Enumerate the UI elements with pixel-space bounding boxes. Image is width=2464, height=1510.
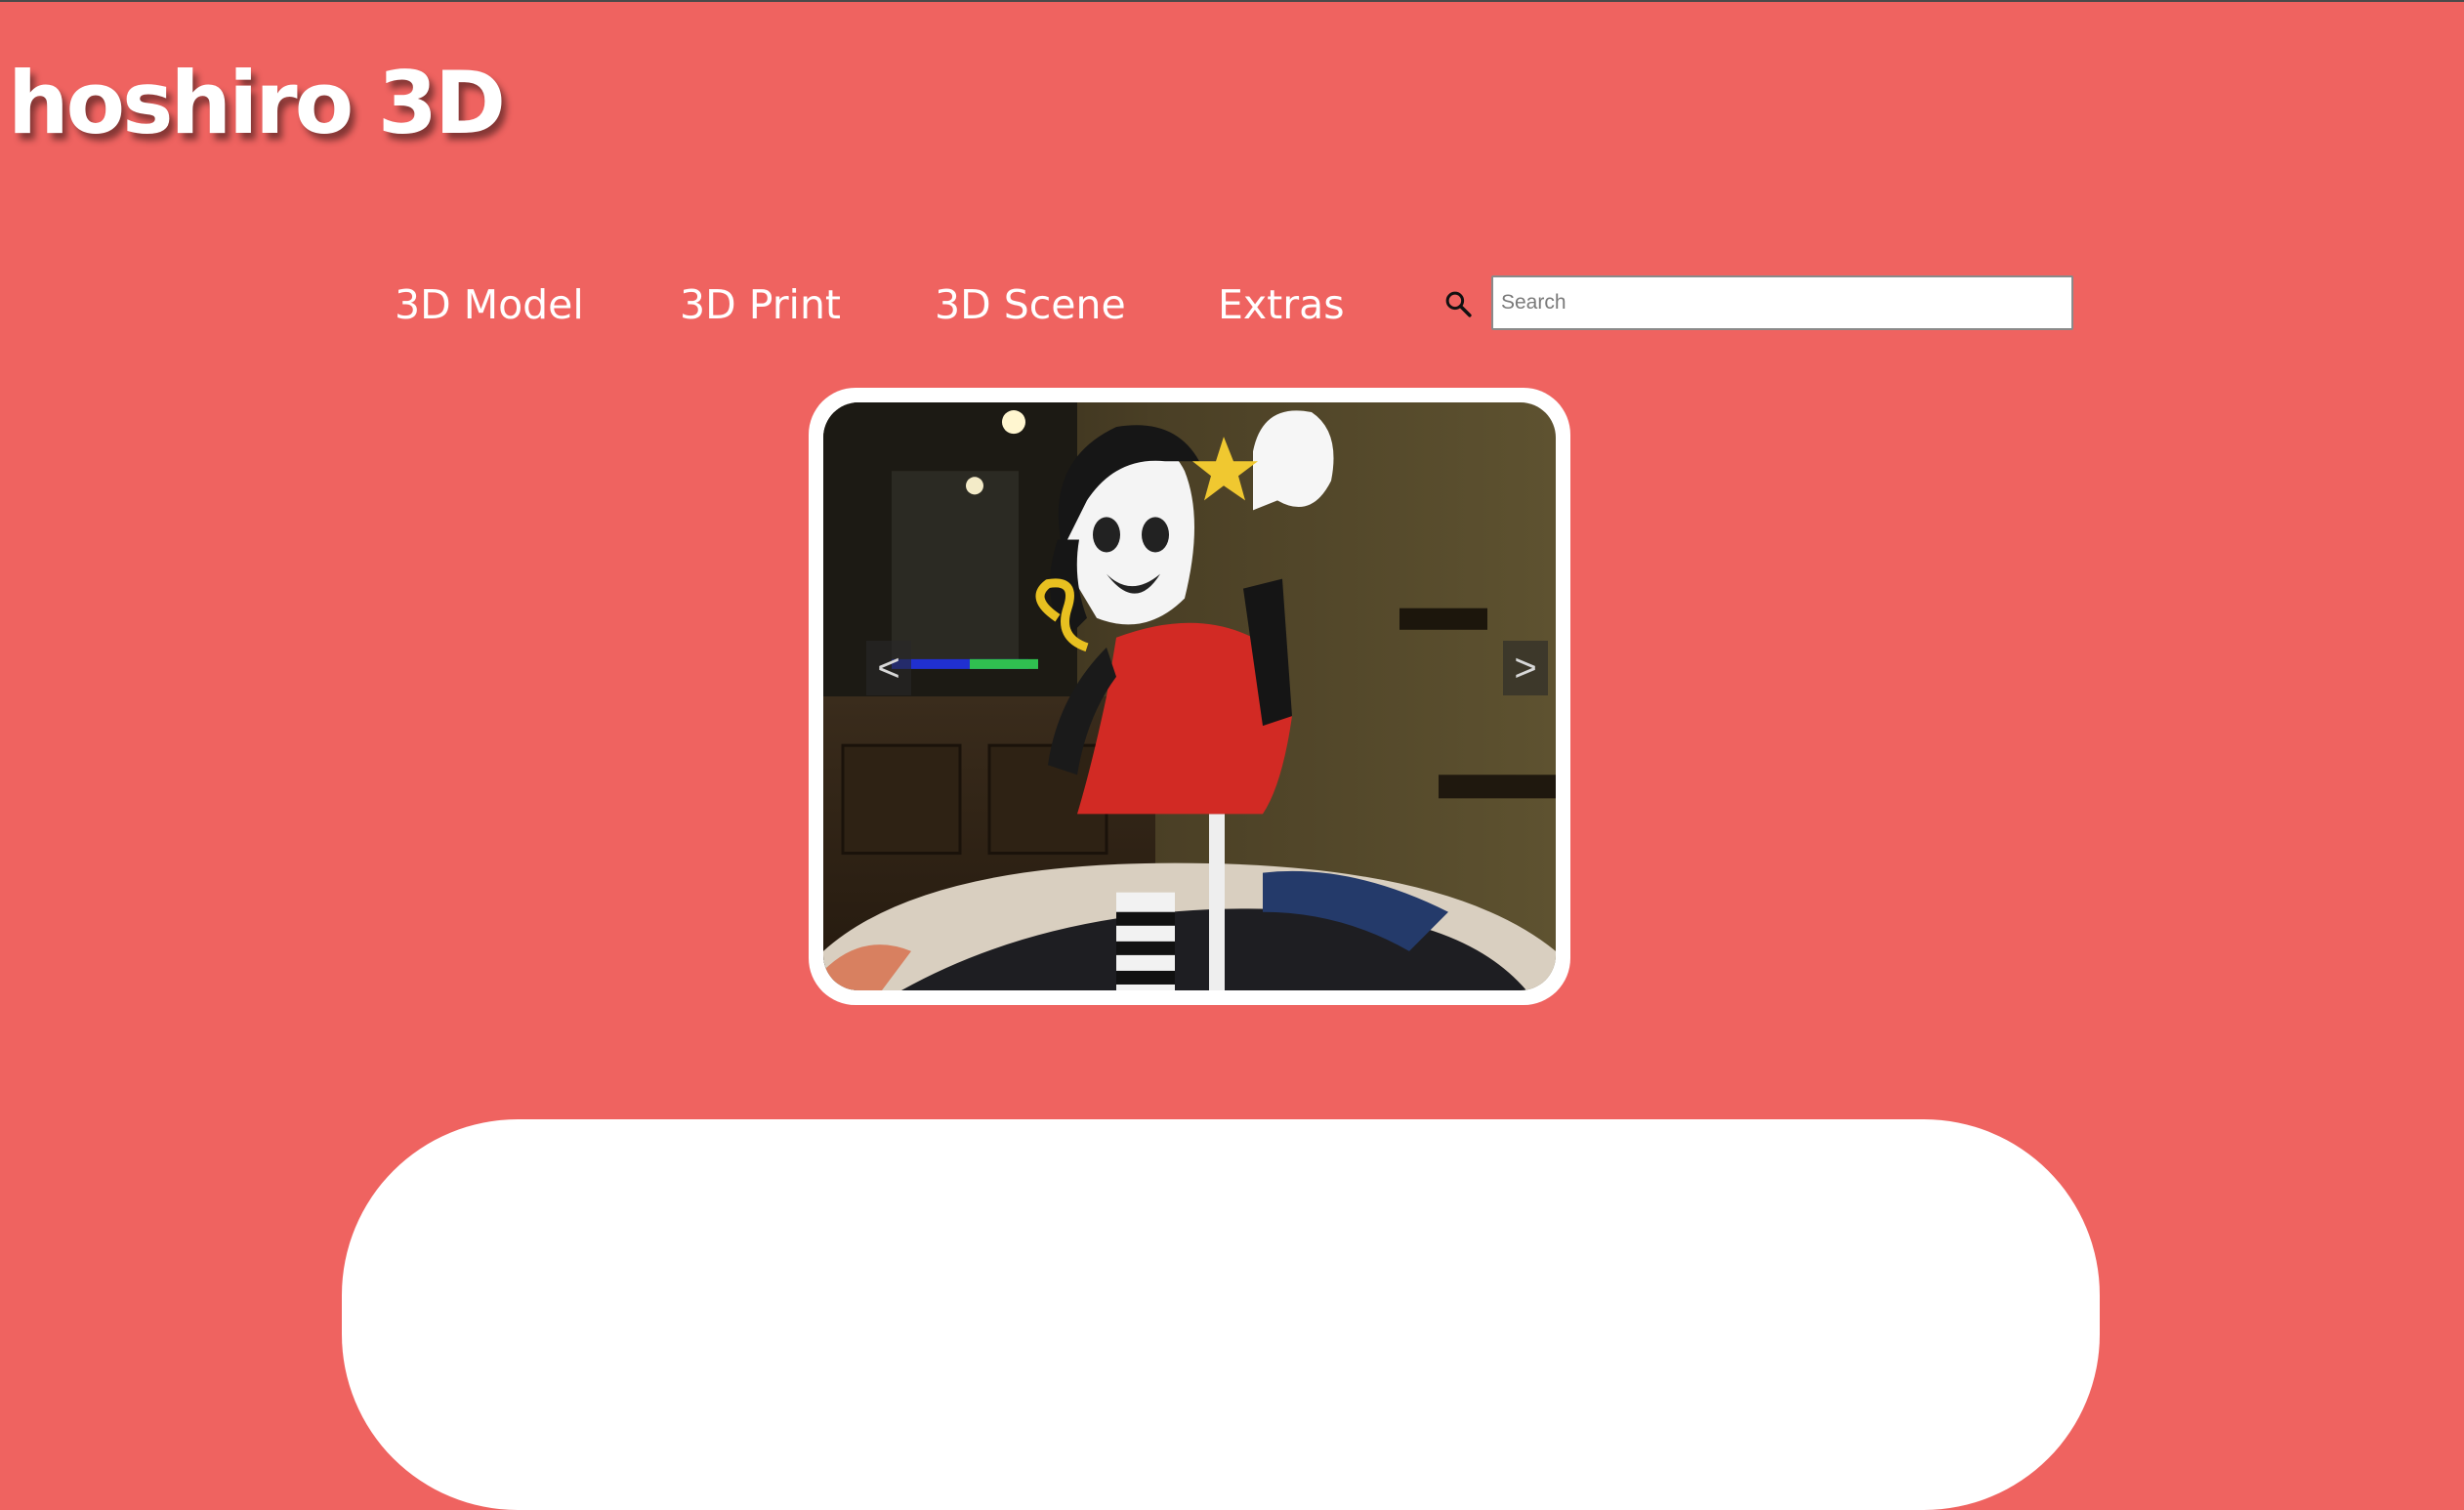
image-slideshow: < > [809,388,1570,1005]
nav-item-extras[interactable]: Extras [1218,275,1345,334]
nav-item-3d-model[interactable]: 3D Model [395,275,584,334]
top-border [0,0,2464,2]
nav-item-3d-scene[interactable]: 3D Scene [935,275,1126,334]
search-icon[interactable] [1443,289,1473,318]
search-input[interactable] [1491,275,2073,330]
slide-image: < > [823,402,1556,990]
content-card [342,1119,2100,1510]
slide-prev-button[interactable]: < [866,641,911,695]
content-card-body [362,1140,2079,1489]
figurine-photo [823,402,1556,990]
site-logo[interactable]: hoshiro 3D [8,61,506,147]
main-nav: 3D Model 3D Print 3D Scene Extras [0,275,2464,334]
slide-next-button[interactable]: > [1503,641,1548,695]
nav-item-3d-print[interactable]: 3D Print [680,275,841,334]
